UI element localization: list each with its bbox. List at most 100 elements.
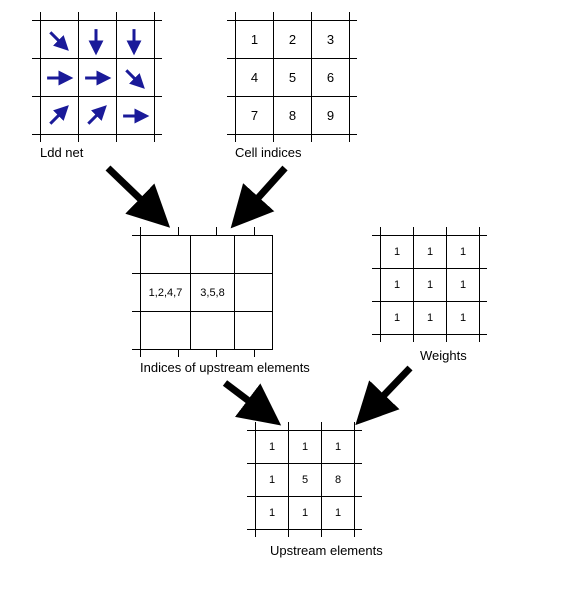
grid-table bbox=[40, 20, 155, 135]
grid-cell-value: 6 bbox=[327, 70, 334, 85]
grid-cell: 1 bbox=[447, 236, 480, 269]
ldd-cell bbox=[79, 59, 117, 97]
grid-cell: 5 bbox=[289, 464, 322, 497]
grid-cell-value: 4 bbox=[251, 70, 258, 85]
grid-cell: 8 bbox=[274, 97, 312, 135]
grid-cell-value: 1 bbox=[460, 279, 466, 291]
grid-cell-value: 8 bbox=[289, 108, 296, 123]
grid-cell: 2 bbox=[274, 21, 312, 59]
grid-cell-value: 5 bbox=[289, 70, 296, 85]
caption-weights: Weights bbox=[420, 348, 467, 363]
grid-cell-value bbox=[164, 323, 168, 338]
grid-cell: 1 bbox=[236, 21, 274, 59]
flow-arrow-weights-to-result bbox=[345, 360, 425, 430]
grid-cell: 1 bbox=[414, 236, 447, 269]
grid-cell: 6 bbox=[312, 59, 350, 97]
grid-cell: 1 bbox=[381, 269, 414, 302]
grid-cell: 1 bbox=[322, 497, 355, 530]
grid-table: 1 2 3 4 5 6 7 8 9 bbox=[235, 20, 350, 135]
caption-ldd: Ldd net bbox=[40, 145, 83, 160]
grid-cell-indices: 1 2 3 4 5 6 7 8 9 bbox=[235, 20, 350, 135]
grid-cell-value: 1 bbox=[269, 474, 275, 486]
grid-cell-value: 3 bbox=[327, 32, 334, 47]
grid-weights: 111111111 bbox=[380, 235, 480, 335]
grid-cell-value bbox=[211, 247, 215, 262]
ldd-cell bbox=[79, 21, 117, 59]
grid-cell-value: 1 bbox=[269, 507, 275, 519]
grid-cell: 5 bbox=[274, 59, 312, 97]
grid-cell bbox=[191, 312, 235, 350]
ldd-arrow-se-icon bbox=[41, 23, 78, 57]
grid-cell: 4 bbox=[236, 59, 274, 97]
flow-arrow-upstreamidx-to-result bbox=[215, 375, 295, 430]
grid-cell: 1 bbox=[289, 497, 322, 530]
grid-cell: 1 bbox=[256, 497, 289, 530]
flow-arrow-ldd-to-upstream bbox=[100, 160, 180, 235]
grid-table: 111158111 bbox=[255, 430, 355, 530]
grid-cell-value: 1 bbox=[460, 246, 466, 258]
grid-cell-value: 1 bbox=[427, 246, 433, 258]
ldd-cell bbox=[117, 59, 155, 97]
grid-cell-value: 1 bbox=[394, 279, 400, 291]
ldd-cell bbox=[41, 97, 79, 135]
ldd-arrow-s-icon bbox=[117, 23, 154, 57]
grid-cell-value: 1 bbox=[394, 312, 400, 324]
grid-cell-value: 1 bbox=[394, 246, 400, 258]
grid-cell-value: 8 bbox=[335, 474, 341, 486]
grid-table: 111111111 bbox=[380, 235, 480, 335]
grid-cell: 1 bbox=[256, 431, 289, 464]
grid-cell: 1 bbox=[447, 302, 480, 335]
ldd-arrow-s-icon bbox=[79, 23, 116, 57]
ldd-cell bbox=[79, 97, 117, 135]
caption-indices: Cell indices bbox=[235, 145, 301, 160]
grid-cell bbox=[141, 312, 191, 350]
grid-cell bbox=[235, 236, 273, 274]
grid-upstream-elements: 111158111 bbox=[255, 430, 355, 530]
grid-cell: 7 bbox=[236, 97, 274, 135]
grid-cell: 3,5,8 bbox=[191, 274, 235, 312]
grid-cell-value: 3,5,8 bbox=[200, 287, 224, 299]
grid-cell-value bbox=[164, 247, 168, 262]
grid-cell: 1 bbox=[414, 302, 447, 335]
grid-cell-value: 1 bbox=[302, 507, 308, 519]
grid-ldd-net bbox=[40, 20, 155, 135]
grid-table: 1,2,4,7 3,5,8 bbox=[140, 235, 273, 350]
grid-upstream-indices: 1,2,4,7 3,5,8 bbox=[140, 235, 273, 350]
grid-cell: 1 bbox=[447, 269, 480, 302]
grid-cell-value bbox=[252, 323, 256, 338]
ldd-arrow-e-icon bbox=[41, 61, 78, 95]
ldd-arrow-e-icon bbox=[117, 99, 154, 133]
grid-cell-value: 1 bbox=[460, 312, 466, 324]
grid-cell-value: 1 bbox=[302, 441, 308, 453]
grid-cell-value: 1 bbox=[335, 507, 341, 519]
grid-cell-value: 1 bbox=[427, 312, 433, 324]
grid-cell: 8 bbox=[322, 464, 355, 497]
flow-arrow-indices-to-upstream bbox=[220, 160, 300, 235]
grid-cell: 1 bbox=[256, 464, 289, 497]
diagram-canvas: { "captions": { "ldd": "Ldd net", "indic… bbox=[0, 0, 561, 592]
caption-upstream-idx: Indices of upstream elements bbox=[140, 360, 310, 375]
grid-cell-value: 2 bbox=[289, 32, 296, 47]
grid-cell bbox=[141, 236, 191, 274]
grid-cell: 1 bbox=[289, 431, 322, 464]
grid-cell-value bbox=[252, 285, 256, 300]
ldd-arrow-se-icon bbox=[117, 61, 154, 95]
grid-cell-value: 7 bbox=[251, 108, 258, 123]
grid-cell: 9 bbox=[312, 97, 350, 135]
caption-upstream-el: Upstream elements bbox=[270, 543, 383, 558]
ldd-cell bbox=[117, 21, 155, 59]
ldd-cell bbox=[41, 59, 79, 97]
grid-cell-value: 1,2,4,7 bbox=[149, 287, 183, 299]
grid-cell-value bbox=[211, 323, 215, 338]
grid-cell: 3 bbox=[312, 21, 350, 59]
grid-cell bbox=[191, 236, 235, 274]
ldd-cell bbox=[117, 97, 155, 135]
grid-cell bbox=[235, 274, 273, 312]
grid-cell bbox=[235, 312, 273, 350]
grid-cell-value: 9 bbox=[327, 108, 334, 123]
grid-cell-value: 1 bbox=[251, 32, 258, 47]
grid-cell: 1 bbox=[322, 431, 355, 464]
ldd-arrow-ne-icon bbox=[79, 99, 116, 133]
grid-cell-value bbox=[252, 247, 256, 262]
ldd-cell bbox=[41, 21, 79, 59]
